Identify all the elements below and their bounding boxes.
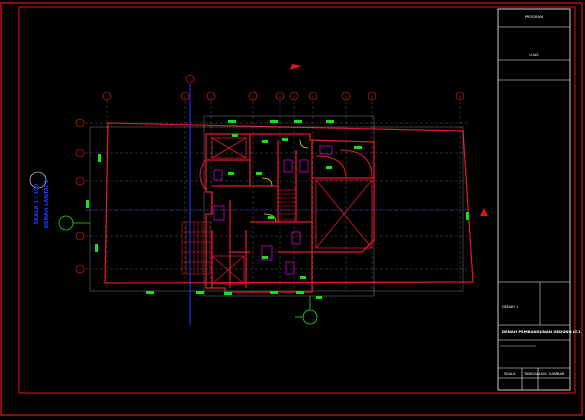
side-scale: SKALA 1 : 100 <box>34 183 40 224</box>
grid-bubbles <box>75 74 465 274</box>
arcs <box>199 149 373 191</box>
ramp-hatch <box>181 221 211 275</box>
title-block-footer-mid: TANGGAL <box>523 372 541 376</box>
title-block-project: LUAS <box>529 53 539 57</box>
level-marker-icon <box>480 208 488 216</box>
title-block-drawing-title: DENAH PEMBANGUNAN GEDUNG LT.1 <box>502 329 581 334</box>
title-block-footer-right: NO. GAMBAR <box>541 372 565 376</box>
title-block-sheet-label: DENAH 1 <box>502 305 518 309</box>
staircase <box>277 189 297 221</box>
section-markers <box>29 171 318 325</box>
cad-drawing-canvas[interactable]: PROGRAM LUAS DENAH 1 DENAH PEMBANGUNAN G… <box>0 0 585 420</box>
sheet-inner-border <box>18 6 576 394</box>
title-block-header: PROGRAM <box>525 15 543 19</box>
title-block-footer-left: SKALA <box>504 372 516 376</box>
north-flag-icon <box>290 64 302 70</box>
sheet-outer-border <box>0 2 583 416</box>
side-title: DENAH LANTAI 1 <box>44 179 50 228</box>
title-block: PROGRAM LUAS DENAH 1 DENAH PEMBANGUNAN G… <box>497 8 581 391</box>
